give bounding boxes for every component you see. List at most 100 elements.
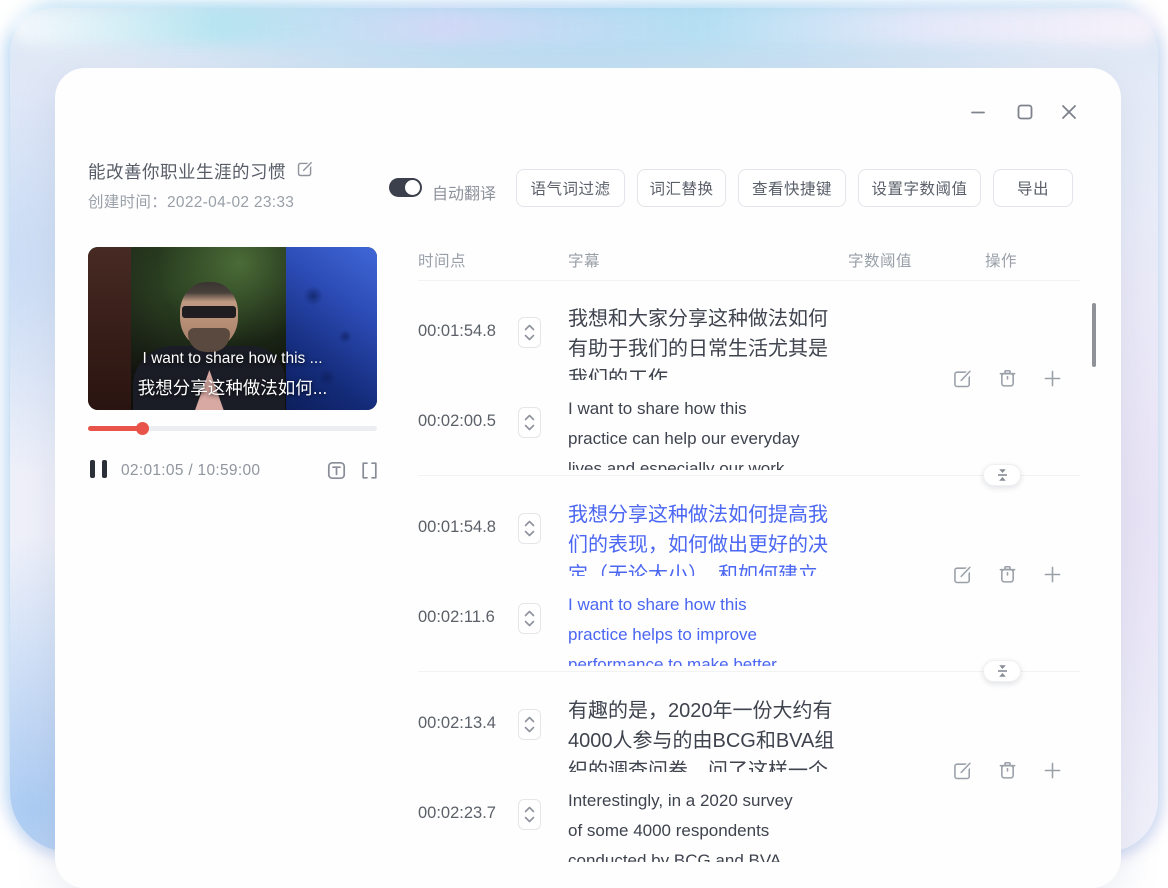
pause-icon xyxy=(102,460,107,478)
subtitle-row-en: 00:02:00.5 I want to share how this prac… xyxy=(418,394,1080,478)
subtitle-text[interactable]: 我想和大家分享这种做法如何 有助于我们的日常生活尤其是 我们的工作 xyxy=(568,304,856,380)
timestamp[interactable]: 00:01:54.8 xyxy=(418,322,496,341)
add-row-button[interactable] xyxy=(1042,564,1063,585)
merge-rows-button[interactable] xyxy=(983,464,1021,486)
chevron-down-icon xyxy=(524,726,535,733)
video-thumbnail[interactable]: I want to share how this ... 我想分享这种做法如何.… xyxy=(88,247,377,410)
trash-icon xyxy=(997,368,1018,389)
add-row-button[interactable] xyxy=(1042,760,1063,781)
minimize-button[interactable] xyxy=(966,100,990,124)
word-replace-button[interactable]: 词汇替换 xyxy=(637,169,726,207)
merge-icon xyxy=(996,664,1009,678)
created-time: 创建时间：2022-04-02 23:33 xyxy=(88,190,294,212)
block-divider xyxy=(418,475,1080,476)
subtitle-toggle-button[interactable] xyxy=(326,460,347,481)
subtitle-row-en: 00:02:11.6 I want to share how this prac… xyxy=(418,590,1080,674)
column-header-threshold: 字数阈值 xyxy=(848,249,912,271)
chevron-down-icon xyxy=(524,816,535,823)
trash-icon xyxy=(997,760,1018,781)
subtitle-box-icon xyxy=(326,460,347,481)
merge-rows-button[interactable] xyxy=(983,660,1021,682)
auto-translate-toggle[interactable] xyxy=(389,178,422,197)
close-icon xyxy=(1060,103,1078,121)
timestamp[interactable]: 00:02:23.7 xyxy=(418,804,496,823)
project-title: 能改善你职业生涯的习惯 xyxy=(88,159,286,184)
table-scrollbar[interactable] xyxy=(1092,303,1096,367)
maximize-button[interactable] xyxy=(1013,100,1037,124)
subtitle-block: 00:01:54.8 我想分享这种做法如何提高我 们的表现，如何做出更好的决 定… xyxy=(418,494,1080,690)
edit-row-button[interactable] xyxy=(952,564,973,585)
close-button[interactable] xyxy=(1057,100,1081,124)
merge-icon xyxy=(996,468,1009,482)
filler-filter-button[interactable]: 语气词过滤 xyxy=(516,169,625,207)
progress-fill xyxy=(88,426,142,431)
subtitle-text[interactable]: I want to share how this practice can he… xyxy=(568,394,856,470)
chevron-up-icon xyxy=(524,520,535,527)
column-header-actions: 操作 xyxy=(985,249,1017,271)
time-stepper[interactable] xyxy=(518,603,541,634)
time-stepper[interactable] xyxy=(518,799,541,830)
maximize-icon xyxy=(1016,103,1034,121)
shortcuts-button[interactable]: 查看快捷键 xyxy=(738,169,846,207)
block-divider xyxy=(418,671,1080,672)
subtitle-text[interactable]: 我想分享这种做法如何提高我 们的表现，如何做出更好的决 定（无论大小），和如何建… xyxy=(568,500,856,576)
char-threshold-button[interactable]: 设置字数阈值 xyxy=(858,169,981,207)
chevron-up-icon xyxy=(524,806,535,813)
delete-row-button[interactable] xyxy=(997,760,1018,781)
subtitle-text[interactable]: 有趣的是，2020年一份大约有 4000人参与的由BCG和BVA组 织的调查问卷… xyxy=(568,696,856,772)
app-window: 能改善你职业生涯的习惯 创建时间：2022-04-02 23:33 自动翻译 语… xyxy=(55,68,1121,888)
edit-title-icon[interactable] xyxy=(296,160,314,178)
timestamp[interactable]: 00:02:11.6 xyxy=(418,608,495,627)
add-icon xyxy=(1042,564,1063,585)
subtitle-block: 00:02:13.4 有趣的是，2020年一份大约有 4000人参与的由BCG和… xyxy=(418,690,1080,886)
speaker-glasses xyxy=(182,306,236,318)
chevron-down-icon xyxy=(524,620,535,627)
minimize-icon xyxy=(969,103,987,121)
subtitle-text[interactable]: I want to share how this practice helps … xyxy=(568,590,856,666)
video-subtitle-en: I want to share how this ... xyxy=(88,350,377,368)
subtitle-row-zh: 00:01:54.8 我想和大家分享这种做法如何 有助于我们的日常生活尤其是 我… xyxy=(418,304,1080,388)
chevron-down-icon xyxy=(524,424,535,431)
delete-row-button[interactable] xyxy=(997,564,1018,585)
add-row-button[interactable] xyxy=(1042,368,1063,389)
pause-icon xyxy=(90,460,95,478)
timestamp[interactable]: 00:02:00.5 xyxy=(418,412,496,431)
chevron-down-icon xyxy=(524,530,535,537)
add-icon xyxy=(1042,368,1063,389)
edit-icon xyxy=(952,368,973,389)
video-subtitle-zh: 我想分享这种做法如何... xyxy=(88,375,377,400)
edit-row-button[interactable] xyxy=(952,760,973,781)
delete-row-button[interactable] xyxy=(997,368,1018,389)
playback-time: 02:01:05 / 10:59:00 xyxy=(121,462,260,480)
trash-icon xyxy=(997,564,1018,585)
chevron-down-icon xyxy=(524,334,535,341)
fullscreen-button[interactable] xyxy=(359,460,380,481)
timestamp[interactable]: 00:01:54.8 xyxy=(418,518,496,537)
edit-icon xyxy=(952,564,973,585)
subtitle-row-zh: 00:02:13.4 有趣的是，2020年一份大约有 4000人参与的由BCG和… xyxy=(418,696,1080,780)
timestamp[interactable]: 00:02:13.4 xyxy=(418,714,496,733)
pause-button[interactable] xyxy=(90,460,107,478)
auto-translate-label: 自动翻译 xyxy=(432,180,496,204)
export-button[interactable]: 导出 xyxy=(993,169,1073,207)
subtitle-text[interactable]: Interestingly, in a 2020 survey of some … xyxy=(568,786,856,862)
progress-bar[interactable] xyxy=(88,426,377,431)
progress-knob[interactable] xyxy=(136,422,149,435)
subtitle-row-zh: 00:01:54.8 我想分享这种做法如何提高我 们的表现，如何做出更好的决 定… xyxy=(418,500,1080,584)
edit-row-button[interactable] xyxy=(952,368,973,389)
fullscreen-icon xyxy=(359,460,380,481)
subtitle-row-en: 00:02:23.7 Interestingly, in a 2020 surv… xyxy=(418,786,1080,870)
chevron-up-icon xyxy=(524,324,535,331)
edit-icon xyxy=(952,760,973,781)
time-stepper[interactable] xyxy=(518,407,541,438)
chevron-up-icon xyxy=(524,610,535,617)
column-header-subtitle: 字幕 xyxy=(568,249,600,271)
time-stepper[interactable] xyxy=(518,513,541,544)
chevron-up-icon xyxy=(524,716,535,723)
chevron-up-icon xyxy=(524,414,535,421)
toggle-knob xyxy=(405,180,420,195)
time-stepper[interactable] xyxy=(518,317,541,348)
column-header-time: 时间点 xyxy=(418,249,466,271)
time-stepper[interactable] xyxy=(518,709,541,740)
header-divider xyxy=(418,280,1080,281)
